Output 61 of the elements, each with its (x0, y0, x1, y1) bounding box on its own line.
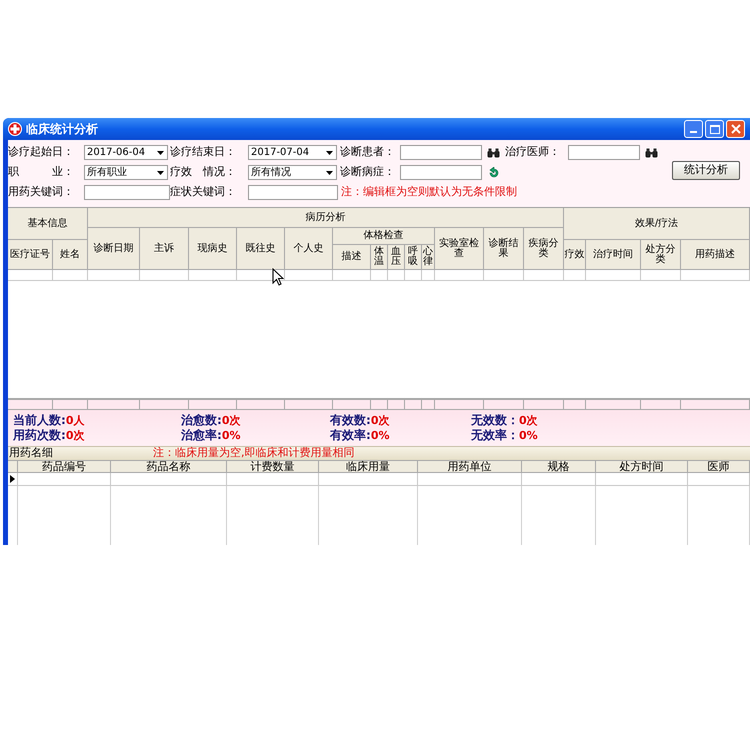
window-title: 临床统计分析 (26, 121, 98, 138)
column-header: 效果/疗法 (564, 208, 750, 240)
field-label: 职 业： (8, 164, 75, 180)
section-title: 用药名细 (9, 445, 53, 461)
stat-label: 无效数： (471, 413, 519, 428)
stat-label: 用药次数: (13, 428, 66, 443)
maximize-button[interactable] (705, 120, 724, 138)
field-label: 治疗医师： (505, 144, 561, 160)
input-field[interactable] (248, 185, 338, 200)
filter-note: 注：编辑框为空则默认为无条件限制 (341, 184, 517, 200)
stat-value: 0% (370, 428, 390, 443)
field-label: 症状关键词： (170, 184, 237, 200)
input-field[interactable] (568, 145, 640, 160)
dropdown-value: 所有情况 (251, 166, 291, 180)
binoculars-icon[interactable] (645, 148, 658, 158)
dropdown[interactable]: 2017-06-04 (84, 145, 168, 160)
stat-value: 0次 (222, 413, 240, 428)
stat-value: 0% (519, 428, 538, 443)
field-label: 用药关键词： (8, 184, 75, 200)
column-header: 体格检查 (333, 228, 435, 245)
dropdown-value: 所有职业 (87, 166, 127, 180)
dropdown[interactable]: 2017-07-04 (248, 145, 337, 160)
stat-label: 治愈率: (181, 428, 222, 443)
stat-label: 无效率： (471, 428, 519, 443)
column-header: 基本信息 (8, 208, 88, 240)
field-label: 诊疗起始日： (8, 144, 75, 160)
binoculars-icon[interactable] (487, 148, 500, 158)
dropdown-value: 2017-07-04 (251, 146, 310, 160)
stat-value: 0% (222, 428, 240, 443)
stat-value: 0次 (370, 413, 390, 428)
dropdown[interactable]: 所有职业 (84, 165, 168, 180)
stat-value: 0次 (519, 413, 538, 428)
dropdown[interactable]: 所有情况 (248, 165, 337, 180)
medical-cross-icon (8, 122, 22, 136)
stat-label: 有效数: (330, 413, 371, 428)
section-note: 注：临床用量为空,即临床和计费用量相同 (153, 445, 354, 461)
stat-value: 0人 (66, 413, 84, 428)
mouse-cursor-icon (272, 268, 284, 286)
row-pointer-icon (10, 475, 15, 483)
dropdown-caret-icon (157, 150, 164, 154)
stat-label: 有效率: (330, 428, 371, 443)
dropdown-caret-icon (157, 170, 164, 174)
dropdown-caret-icon (326, 150, 333, 154)
field-label: 诊断病症： (340, 164, 396, 180)
input-field[interactable] (400, 165, 482, 180)
column-header: 病历分析 (88, 208, 564, 228)
dropdown-value: 2017-06-04 (87, 146, 146, 160)
close-icon (730, 124, 740, 134)
stat-label: 治愈数: (181, 413, 222, 428)
minimize-button[interactable] (684, 120, 703, 138)
stat-label: 当前人数: (13, 413, 66, 428)
analyze-button[interactable]: 统计分析 (672, 161, 740, 180)
dropdown-caret-icon (326, 170, 333, 174)
field-label: 诊疗结束日： (170, 144, 237, 160)
input-field[interactable] (400, 145, 482, 160)
stat-value: 0次 (66, 428, 84, 443)
refresh-icon[interactable] (487, 166, 501, 178)
close-button[interactable] (726, 120, 745, 138)
input-field[interactable] (84, 185, 170, 200)
field-label: 诊断患者： (340, 144, 396, 160)
field-label: 疗效 情况： (170, 164, 237, 180)
